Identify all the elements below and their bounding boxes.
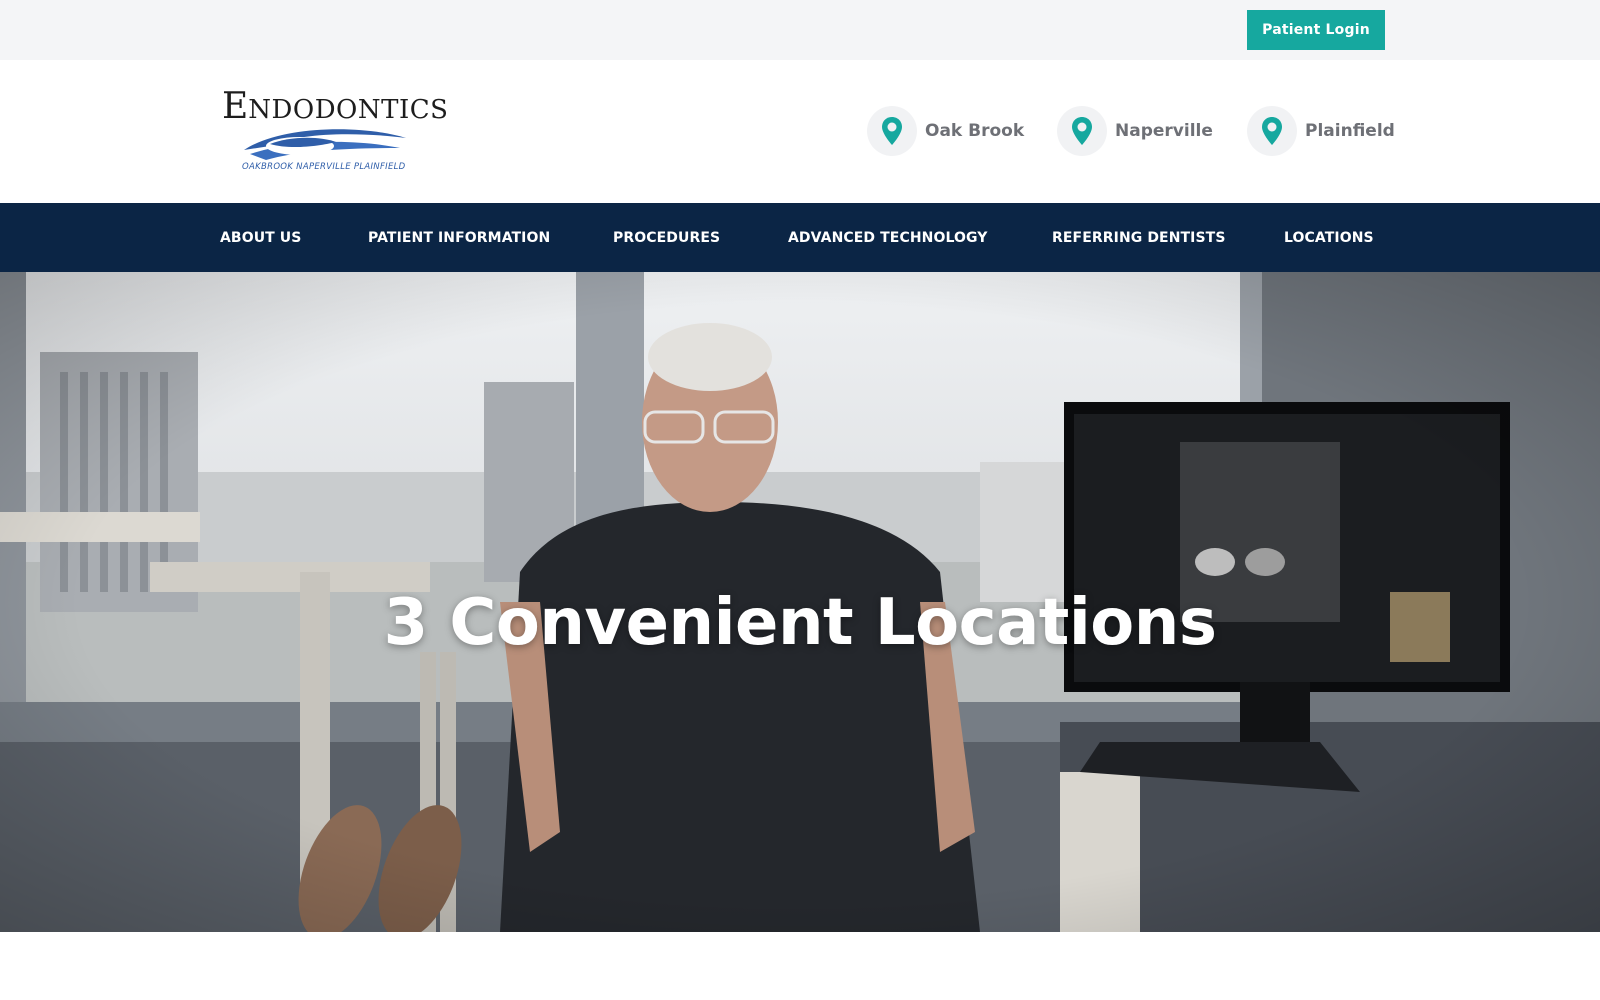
logo-wordmark: ENDODONTICS [222,86,449,127]
pin-circle [867,106,917,156]
site-header: ENDODONTICS OAKBROOK NAPERVILLE PLAINFIE… [0,60,1600,203]
location-oak-brook[interactable]: Oak Brook [867,106,1024,156]
hero-banner: 3 Convenient Locations [0,272,1600,932]
location-label: Oak Brook [925,121,1025,141]
location-plainfield[interactable]: Plainfield [1247,106,1395,156]
top-utility-bar: Patient Login [0,0,1600,60]
nav-procedures[interactable]: PROCEDURES [613,203,720,272]
nav-about-us[interactable]: ABOUT US [220,203,301,272]
nav-advanced-technology[interactable]: ADVANCED TECHNOLOGY [788,203,988,272]
hero-title: 3 Convenient Locations [383,586,1217,660]
pin-circle [1057,106,1107,156]
main-nav: ABOUT US PATIENT INFORMATION PROCEDURES … [0,203,1600,272]
location-naperville[interactable]: Naperville [1057,106,1213,156]
location-label: Naperville [1115,121,1213,141]
logo-swoosh-icon [244,129,406,160]
nav-patient-information[interactable]: PATIENT INFORMATION [368,203,550,272]
logo-subtitle: OAKBROOK NAPERVILLE PLAINFIELD [242,162,406,172]
map-pin-icon [1262,117,1282,145]
nav-referring-dentists[interactable]: REFERRING DENTISTS [1052,203,1226,272]
location-label: Plainfield [1305,121,1395,141]
map-pin-icon [882,117,902,145]
site-logo[interactable]: ENDODONTICS OAKBROOK NAPERVILLE PLAINFIE… [222,86,448,178]
nav-locations[interactable]: LOCATIONS [1284,203,1374,272]
patient-login-button[interactable]: Patient Login [1247,10,1385,50]
page-below-hero [0,932,1600,1000]
pin-circle [1247,106,1297,156]
map-pin-icon [1072,117,1092,145]
